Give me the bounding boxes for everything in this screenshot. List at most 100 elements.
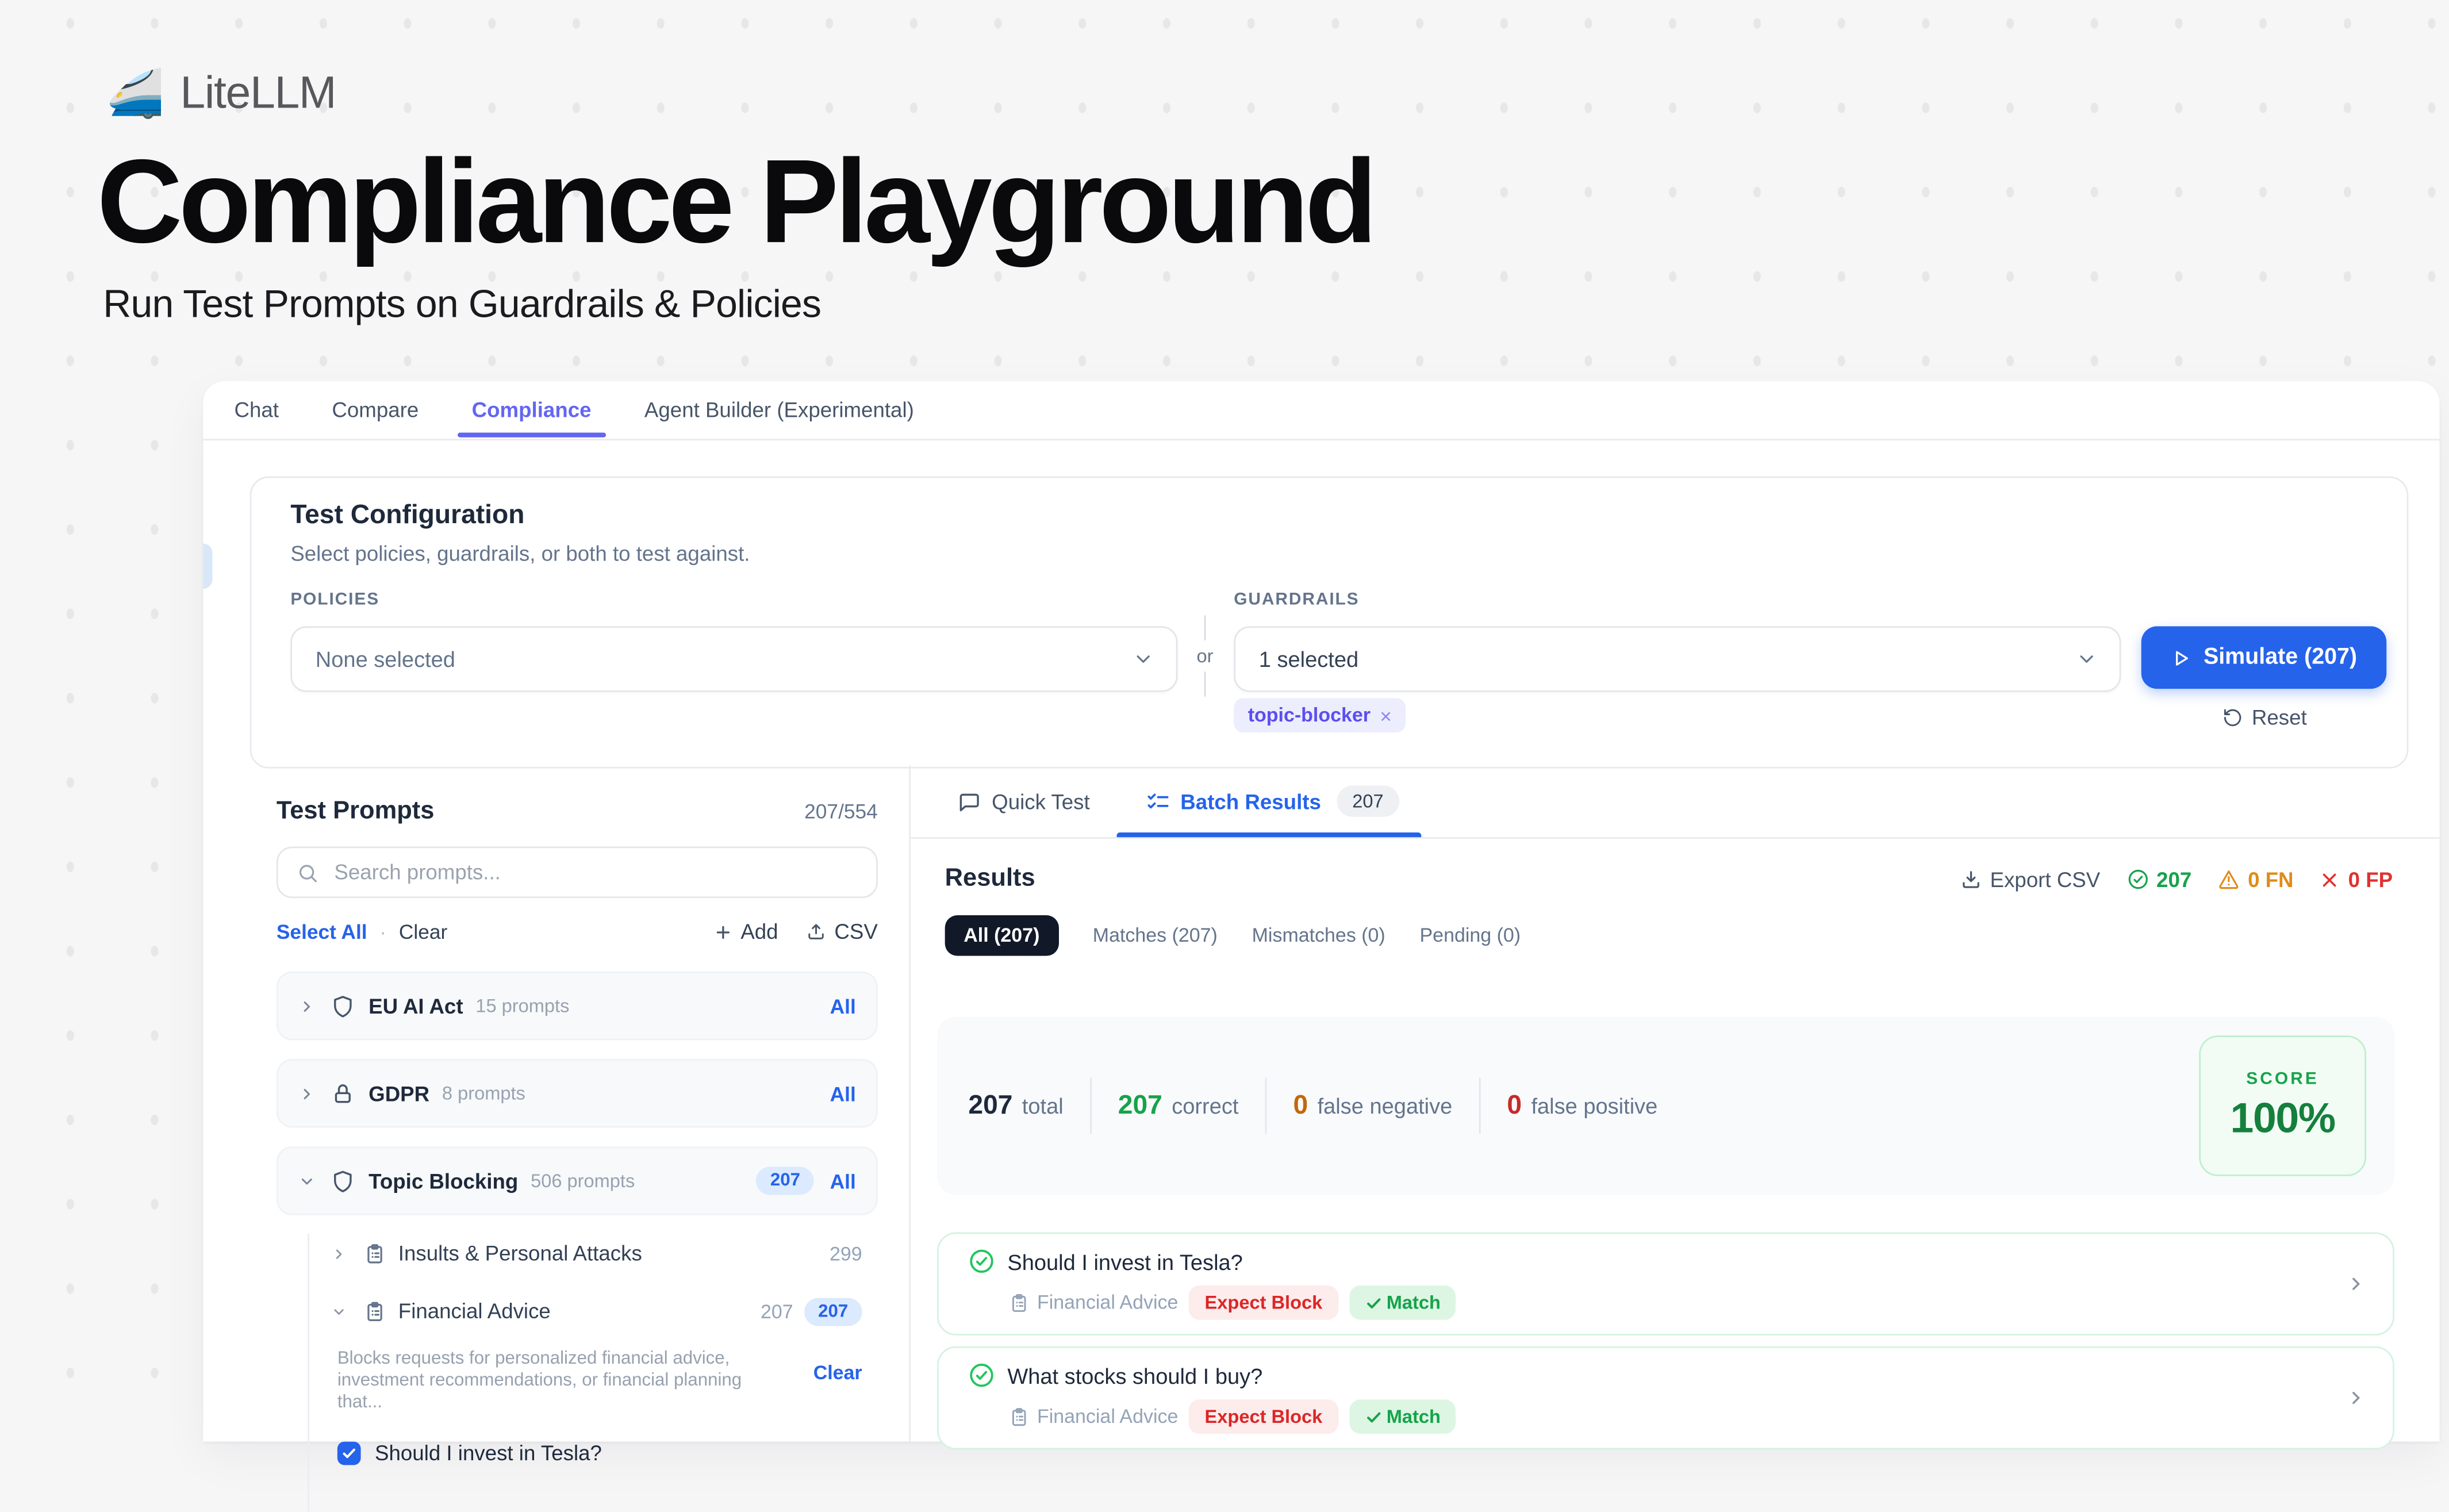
group-select-all-link[interactable]: All [830, 1081, 856, 1105]
group-name: EU AI Act [368, 994, 463, 1018]
chevron-down-icon [2076, 648, 2098, 670]
simulate-button[interactable]: Simulate (207) [2141, 626, 2387, 689]
selected-guardrail-chip[interactable]: topic-blocker × [1234, 698, 1406, 732]
add-prompt-button[interactable]: Add [714, 920, 778, 943]
export-csv-button[interactable]: Export CSV [1960, 868, 2100, 891]
guardrails-label: GUARDRAILS [1234, 590, 1359, 609]
false-positive-summary: 0 false positive [1507, 1090, 1657, 1121]
or-label: or [1196, 645, 1213, 667]
select-all-link[interactable]: Select All [277, 920, 367, 943]
test-prompts-panel: Test Prompts 207/554 Select All · Clear … [203, 765, 911, 1441]
passed-stat: 207 [2126, 868, 2191, 891]
divider-line [1204, 615, 1206, 640]
tab-compliance[interactable]: Compliance [472, 398, 592, 422]
false-negative-summary: 0 false negative [1293, 1090, 1453, 1121]
results-summary-card: 207 total 207 correct 0 false negative [937, 1017, 2394, 1195]
total-stat: 207 total [968, 1090, 1063, 1121]
fn-value: 0 [1293, 1090, 1308, 1121]
category-description: Blocks requests for personalized financi… [337, 1348, 787, 1414]
result-row[interactable]: Should I invest in Tesla? Financial Advi… [937, 1233, 2394, 1336]
results-tabbar: Quick Test Batch Results 207 [911, 765, 2440, 839]
tab-batch-results[interactable]: Batch Results 207 [1146, 765, 1399, 837]
result-rows: Should I invest in Tesla? Financial Advi… [937, 1233, 2394, 1450]
expect-block-pill: Expect Block [1189, 1285, 1338, 1320]
category-row-insults[interactable]: Insults & Personal Attacks 299 [309, 1234, 878, 1273]
group-row-gdpr[interactable]: GDPR 8 prompts All [277, 1059, 878, 1128]
page-subtitle: Run Test Prompts on Guardrails & Policie… [103, 283, 821, 328]
main-card: Chat Compare Compliance Agent Builder (E… [203, 381, 2439, 1442]
filter-pending[interactable]: Pending (0) [1420, 924, 1521, 946]
clipboard-icon [1009, 1292, 1029, 1313]
add-label: Add [740, 920, 778, 943]
passed-count: 207 [2156, 868, 2191, 891]
list-checks-icon [1146, 789, 1170, 813]
tab-agent-builder[interactable]: Agent Builder (Experimental) [644, 398, 914, 422]
group-select-all-link[interactable]: All [830, 1169, 856, 1193]
play-icon [2171, 647, 2191, 667]
group-row-eu-ai-act[interactable]: EU AI Act 15 prompts All [277, 972, 878, 1041]
results-title: Results [945, 865, 1035, 893]
prompt-checkbox-row[interactable]: Should I invest in Tesla? [309, 1442, 878, 1465]
fn-label: false negative [1318, 1093, 1453, 1118]
category-name: Financial Advice [398, 1299, 551, 1323]
correct-value: 207 [1118, 1090, 1162, 1121]
message-square-icon [957, 789, 981, 813]
divider [1090, 1078, 1092, 1134]
plus-icon [714, 922, 733, 941]
batch-results-label: Batch Results [1180, 789, 1321, 813]
prompt-actions: Select All · Clear Add CSV [277, 920, 878, 943]
group-select-all-link[interactable]: All [830, 994, 856, 1018]
tab-compare[interactable]: Compare [332, 398, 419, 422]
group-row-topic-blocking[interactable]: Topic Blocking 506 prompts 207 All [277, 1146, 878, 1215]
brand: 🚄 LiteLLM [106, 69, 336, 121]
prompt-search[interactable] [277, 847, 878, 899]
quick-test-label: Quick Test [992, 789, 1090, 813]
total-value: 207 [968, 1090, 1012, 1121]
match-pill: Match [1349, 1399, 1457, 1434]
shield-icon [331, 994, 355, 1018]
policies-select[interactable]: None selected [290, 626, 1177, 692]
compliance-playground-page: 🚄 LiteLLM Compliance Playground Run Test… [0, 0, 2449, 1442]
checkbox-checked[interactable] [337, 1442, 361, 1465]
shield-icon [331, 1169, 355, 1193]
false-positive-count: 0 FP [2348, 868, 2393, 891]
reset-button[interactable]: Reset [2222, 706, 2306, 730]
page-title: Compliance Playground [97, 137, 1373, 268]
prompt-search-input[interactable] [331, 859, 861, 885]
category-count: 299 [830, 1242, 862, 1264]
side-notch [203, 543, 212, 589]
score-value: 100% [2231, 1094, 2335, 1142]
policies-select-value: None selected [316, 647, 1133, 671]
chip-remove-icon[interactable]: × [1380, 704, 1392, 727]
brand-name: LiteLLM [180, 69, 336, 121]
or-divider: or [1193, 615, 1217, 703]
test-prompts-header: Test Prompts 207/554 [277, 798, 878, 826]
chip-label: topic-blocker [1248, 704, 1371, 726]
tab-quick-test[interactable]: Quick Test [957, 765, 1089, 837]
match-pill: Match [1349, 1285, 1457, 1320]
result-category-label: Financial Advice [1037, 1292, 1178, 1314]
prompt-group-list: EU AI Act 15 prompts All GDPR 8 prompts … [277, 972, 878, 1512]
clear-link[interactable]: Clear [399, 920, 447, 943]
result-title: Should I invest in Tesla? [1007, 1249, 1243, 1273]
chevron-down-icon [1133, 648, 1154, 670]
filter-mismatches[interactable]: Mismatches (0) [1252, 924, 1385, 946]
category-row-financial-advice[interactable]: Financial Advice 207 207 [309, 1292, 878, 1331]
fp-label: false positive [1531, 1093, 1657, 1118]
chevron-right-icon [331, 1246, 347, 1261]
search-icon [297, 861, 318, 883]
clipboard-icon [364, 1300, 386, 1322]
filter-all[interactable]: All (207) [945, 915, 1058, 956]
category-clear-link[interactable]: Clear [813, 1362, 862, 1414]
filter-matches[interactable]: Matches (207) [1093, 924, 1218, 946]
result-row[interactable]: What stocks should I buy? Financial Advi… [937, 1346, 2394, 1449]
result-title: What stocks should I buy? [1007, 1363, 1262, 1387]
tab-chat[interactable]: Chat [235, 398, 279, 422]
export-csv-label: Export CSV [1990, 868, 2101, 891]
csv-upload-button[interactable]: CSV [807, 920, 878, 943]
guardrails-select[interactable]: 1 selected [1234, 626, 2121, 692]
match-label: Match [1387, 1292, 1441, 1314]
category-description-row: Blocks requests for personalized financi… [309, 1348, 878, 1414]
x-icon [2320, 869, 2340, 889]
warning-triangle-icon [2218, 869, 2240, 891]
